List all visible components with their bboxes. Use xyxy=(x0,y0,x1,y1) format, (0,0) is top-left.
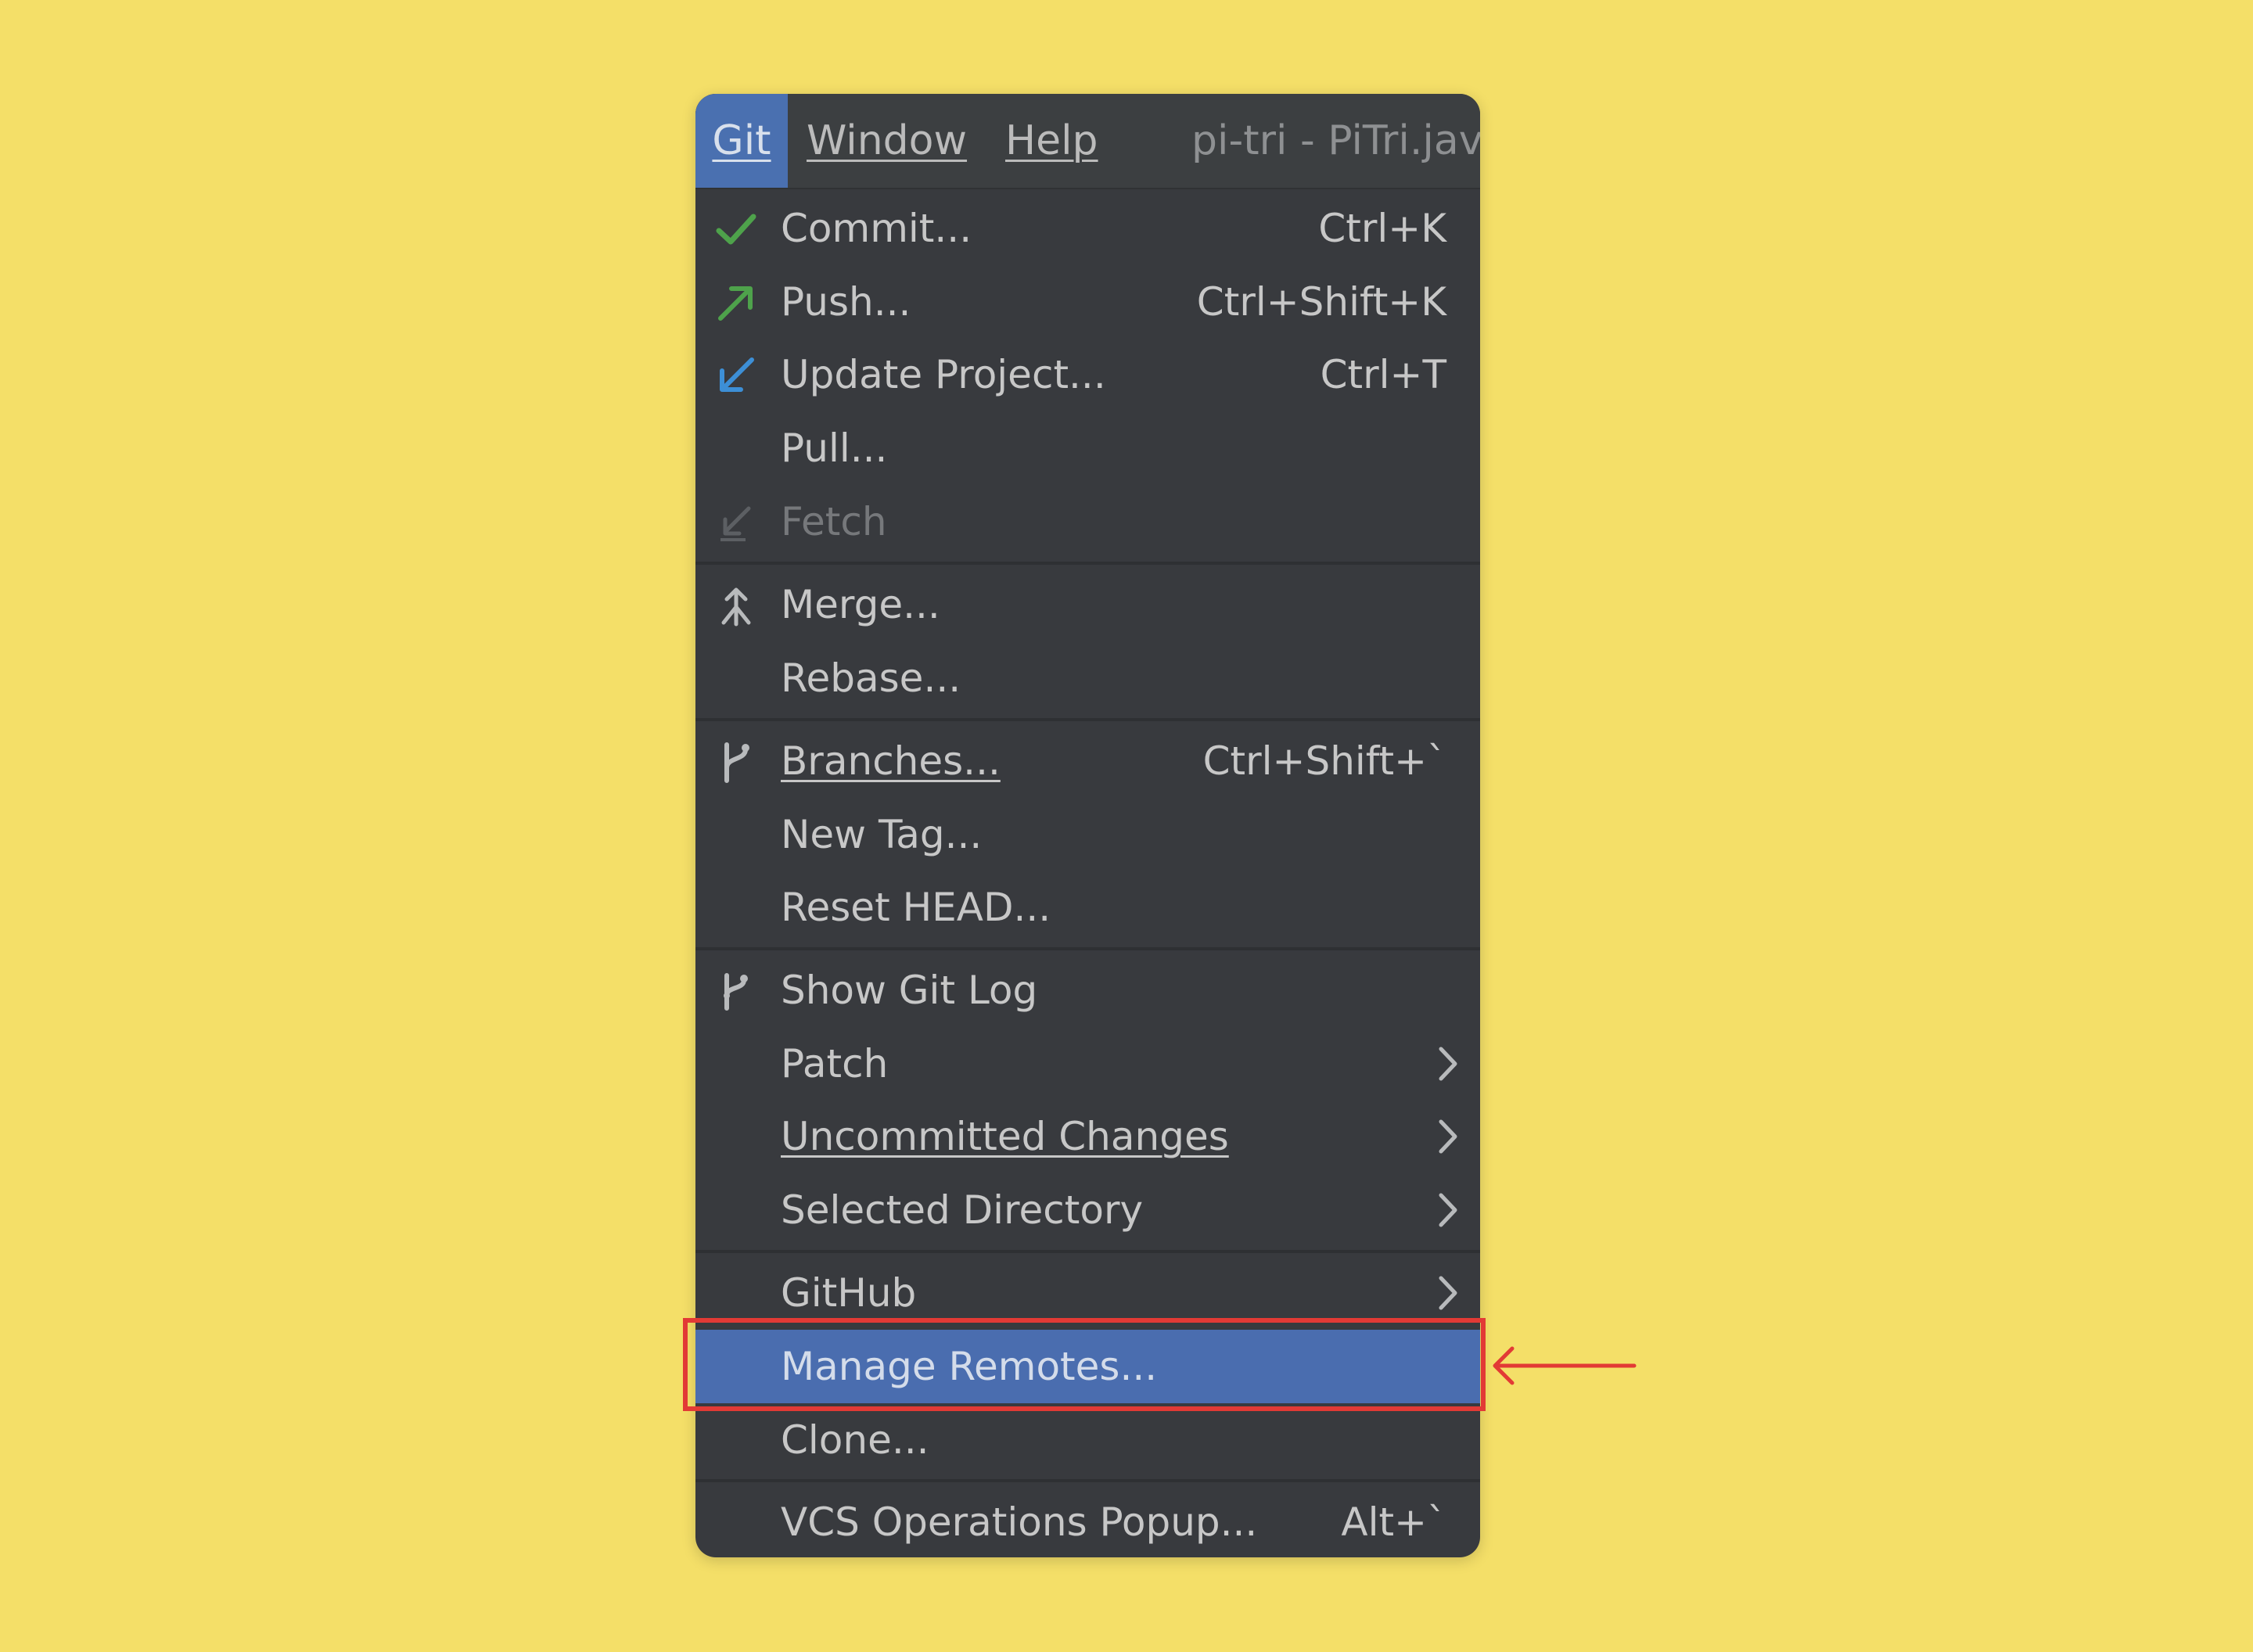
menu-item-commit[interactable]: Commit... Ctrl+K xyxy=(695,192,1480,265)
menu-item-vcs-operations-popup-label: VCS Operations Popup... xyxy=(781,1499,1258,1545)
menu-item-branches-label: Branches... xyxy=(781,724,1001,798)
menu-item-commit-label: Commit... xyxy=(781,206,972,251)
branch-icon xyxy=(724,742,749,783)
menu-item-uncommitted-changes-text: Uncommitted Changes xyxy=(781,1114,1229,1159)
menu-item-uncommitted-changes[interactable]: Uncommitted Changes xyxy=(695,1100,1480,1173)
menubar-git[interactable]: Git xyxy=(695,94,788,188)
menu-separator xyxy=(695,1250,1480,1253)
submenu-arrow-icon xyxy=(1439,1276,1457,1310)
update-arrow-icon xyxy=(720,357,754,392)
menu-item-rebase-label: Rebase... xyxy=(781,655,961,701)
menubar-window-label: Window xyxy=(807,117,968,164)
git-log-icon xyxy=(724,973,748,1011)
menu-item-pull[interactable]: Pull... xyxy=(695,411,1480,485)
menu-item-selected-directory[interactable]: Selected Directory xyxy=(695,1173,1480,1247)
menu-item-new-tag[interactable]: New Tag... xyxy=(695,798,1480,871)
menu-separator xyxy=(695,947,1480,950)
menu-item-uncommitted-changes-label: Uncommitted Changes xyxy=(781,1100,1229,1173)
menu-item-push-shortcut: Ctrl+Shift+K xyxy=(1196,279,1446,325)
menu-item-fetch: Fetch xyxy=(695,485,1480,558)
menu-item-commit-shortcut: Ctrl+K xyxy=(1318,206,1446,251)
menu-item-vcs-operations-popup[interactable]: VCS Operations Popup... Alt+` xyxy=(695,1485,1480,1557)
menu-item-rebase[interactable]: Rebase... xyxy=(695,641,1480,715)
menubar-git-label: Git xyxy=(712,117,771,164)
menubar-help-label: Help xyxy=(1005,117,1098,164)
menu-item-branches-shortcut: Ctrl+Shift+` xyxy=(1202,738,1446,784)
menu-separator xyxy=(695,718,1480,721)
fetch-icon xyxy=(720,506,751,541)
menu-separator xyxy=(695,1479,1480,1482)
menu-item-reset-head[interactable]: Reset HEAD... xyxy=(695,871,1480,944)
menu-item-branches[interactable]: Branches... Ctrl+Shift+` xyxy=(695,724,1480,798)
window-title: pi-tri - PiTri.java xyxy=(1191,117,1480,164)
menu-item-update-project-label: Update Project... xyxy=(781,352,1106,397)
menu-item-selected-directory-label: Selected Directory xyxy=(781,1187,1144,1233)
left-arrow-icon xyxy=(1493,1346,1637,1385)
menubar-help[interactable]: Help xyxy=(1005,94,1098,188)
menu-item-patch[interactable]: Patch xyxy=(695,1027,1480,1101)
merge-icon xyxy=(721,587,751,627)
menu-item-update-project[interactable]: Update Project... Ctrl+T xyxy=(695,338,1480,411)
menubar-window[interactable]: Window xyxy=(807,94,967,188)
menu-item-new-tag-label: New Tag... xyxy=(781,812,983,857)
menu-bar: Git Window Help pi-tri - PiTri.java xyxy=(695,94,1480,189)
highlight-box xyxy=(683,1318,1486,1411)
menu-item-patch-label: Patch xyxy=(781,1041,889,1086)
push-arrow-icon xyxy=(718,286,753,321)
submenu-arrow-icon xyxy=(1439,1119,1457,1154)
submenu-arrow-icon xyxy=(1439,1047,1457,1081)
menu-separator xyxy=(695,562,1480,565)
menu-item-fetch-label: Fetch xyxy=(781,499,887,544)
menu-item-push-label: Push... xyxy=(781,279,911,325)
menu-item-update-project-shortcut: Ctrl+T xyxy=(1320,352,1446,397)
menu-item-push[interactable]: Push... Ctrl+Shift+K xyxy=(695,265,1480,339)
menu-item-show-git-log[interactable]: Show Git Log xyxy=(695,953,1480,1027)
menu-item-show-git-log-label: Show Git Log xyxy=(781,968,1038,1013)
menu-item-merge-label: Merge... xyxy=(781,582,940,627)
menu-item-clone-label: Clone... xyxy=(781,1417,929,1463)
submenu-arrow-icon xyxy=(1439,1193,1457,1227)
menu-item-merge[interactable]: Merge... xyxy=(695,568,1480,641)
menu-item-branches-text: Branches... xyxy=(781,738,1001,784)
check-icon xyxy=(716,214,756,245)
menu-item-pull-label: Pull... xyxy=(781,426,888,471)
menu-item-clone[interactable]: Clone... xyxy=(695,1403,1480,1477)
menu-item-vcs-operations-popup-shortcut: Alt+` xyxy=(1341,1499,1446,1545)
menu-item-reset-head-label: Reset HEAD... xyxy=(781,885,1051,930)
